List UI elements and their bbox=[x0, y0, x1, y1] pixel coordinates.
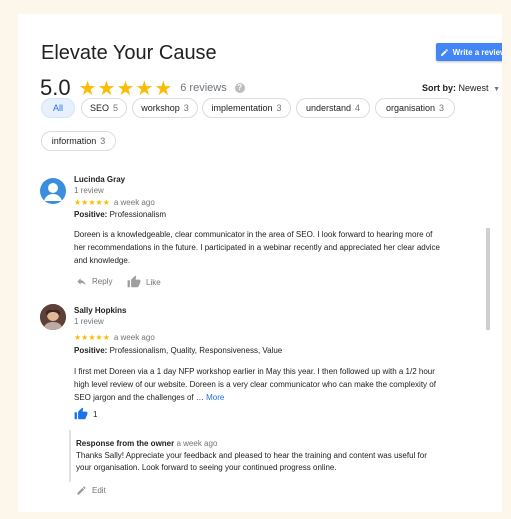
reviewer-count: 1 review bbox=[74, 317, 104, 326]
rating-stars: ★★★★★ bbox=[78, 77, 174, 100]
reviewer-name[interactable]: Lucinda Gray bbox=[74, 175, 125, 184]
pencil-icon bbox=[440, 48, 448, 56]
filter-chip-label: information bbox=[51, 136, 97, 146]
review-text-line: I first met Doreen via a 1 day NFP works… bbox=[74, 367, 435, 376]
review-text: Doreen is a knowledgeable, clear communi… bbox=[74, 228, 440, 267]
reviewer-count: 1 review bbox=[74, 186, 104, 195]
review-positive: Positive: Professionalism, Quality, Resp… bbox=[74, 346, 282, 355]
review-text-line: Doreen is a knowledgeable, clear communi… bbox=[74, 230, 433, 239]
positive-label: Positive: bbox=[74, 210, 108, 219]
filter-chip-label: workshop bbox=[141, 103, 180, 113]
filter-chip-information[interactable]: information 3 bbox=[41, 131, 116, 151]
pencil-icon bbox=[77, 486, 86, 495]
review-text-line: high level review of our website. Doreen… bbox=[74, 380, 436, 389]
filter-chip-count: 3 bbox=[100, 136, 106, 146]
help-icon[interactable]: ? bbox=[234, 83, 245, 93]
review-text-line: her recommendations in the future. I par… bbox=[74, 243, 440, 252]
review-time: a week ago bbox=[113, 333, 155, 342]
avatar[interactable] bbox=[40, 178, 66, 204]
review-stars: ★★★★★ bbox=[74, 198, 110, 207]
review-text-fragment: SEO jargon and the challenges of … bbox=[74, 393, 207, 402]
filter-chip-label: understand bbox=[305, 103, 352, 113]
write-review-button[interactable]: Write a review bbox=[436, 43, 502, 61]
filter-chip-label: All bbox=[52, 103, 63, 113]
reply-label: Reply bbox=[92, 277, 113, 286]
positive-value: Professionalism bbox=[109, 210, 167, 219]
user-photo-icon bbox=[40, 304, 66, 330]
sort-label: Sort by: bbox=[422, 83, 457, 93]
like-label: Like bbox=[146, 277, 161, 287]
business-title: Elevate Your Cause bbox=[41, 42, 217, 64]
owner-response-line: Thanks Sally! Appreciate your feedback a… bbox=[76, 451, 427, 460]
edit-button[interactable]: Edit bbox=[76, 485, 106, 496]
thumbs-up-icon bbox=[74, 407, 88, 420]
filter-chip-count: 3 bbox=[439, 103, 445, 113]
review-text-line: and knowledge. bbox=[74, 256, 131, 265]
positive-value: Professionalism, Quality, Responsiveness… bbox=[109, 346, 283, 355]
review-rating: ★★★★★ a week ago bbox=[74, 198, 155, 207]
avatar[interactable] bbox=[40, 304, 66, 330]
review-stars: ★★★★★ bbox=[74, 333, 110, 342]
owner-response-label: Response from the owner bbox=[76, 439, 175, 448]
owner-response-line: your organisation. Look forward to seein… bbox=[76, 463, 337, 472]
chevron-down-icon: ▼ bbox=[493, 86, 500, 93]
default-user-icon bbox=[44, 183, 62, 201]
filter-chip-count: 3 bbox=[276, 103, 282, 113]
positive-label: Positive: bbox=[74, 346, 108, 355]
rating-summary: 5.0 ★★★★★ 6 reviews ? bbox=[40, 75, 245, 100]
review-count: 6 reviews bbox=[180, 82, 227, 94]
thumbs-up-icon bbox=[127, 275, 141, 288]
filter-chip-understand[interactable]: understand 4 bbox=[296, 98, 370, 118]
filter-chip-label: SEO bbox=[89, 103, 109, 113]
review-time: a week ago bbox=[113, 198, 155, 207]
filter-chip-organisation[interactable]: organisation 3 bbox=[375, 98, 455, 118]
filter-chip-seo[interactable]: SEO 5 bbox=[81, 98, 127, 118]
filter-chip-implementation[interactable]: implementation 3 bbox=[202, 98, 291, 118]
reply-icon bbox=[77, 278, 86, 286]
filter-chip-all[interactable]: All bbox=[41, 98, 75, 118]
filter-chip-label: organisation bbox=[385, 103, 436, 113]
review-positive: Positive: Professionalism bbox=[74, 210, 166, 219]
edit-label: Edit bbox=[92, 486, 106, 495]
owner-response-text: Thanks Sally! Appreciate your feedback a… bbox=[76, 450, 427, 474]
sort-value: Newest bbox=[458, 83, 489, 93]
like-count: 1 bbox=[93, 409, 98, 419]
owner-response-time: a week ago bbox=[176, 439, 218, 448]
reviewer-name[interactable]: Sally Hopkins bbox=[74, 306, 126, 315]
review-rating: ★★★★★ a week ago bbox=[74, 333, 155, 342]
filter-chip-workshop[interactable]: workshop 3 bbox=[132, 98, 198, 118]
sort-dropdown[interactable]: Sort by: Newest ▼ bbox=[422, 83, 500, 93]
filter-chip-count: 5 bbox=[113, 103, 119, 113]
reply-button[interactable]: Reply bbox=[76, 276, 112, 287]
owner-response-header: Response from the owner a week ago bbox=[76, 439, 217, 448]
like-button[interactable]: 1 bbox=[74, 407, 97, 421]
write-review-label: Write a review bbox=[452, 47, 502, 57]
filter-chip-count: 3 bbox=[183, 103, 189, 113]
like-button[interactable]: Like bbox=[127, 275, 161, 289]
review-text-line: SEO jargon and the challenges of … More bbox=[74, 391, 436, 404]
more-link[interactable]: More bbox=[206, 393, 224, 402]
scrollbar[interactable] bbox=[486, 228, 490, 330]
filter-chip-label: implementation bbox=[211, 103, 273, 113]
review-text: I first met Doreen via a 1 day NFP works… bbox=[74, 365, 436, 404]
filter-chip-count: 4 bbox=[355, 103, 361, 113]
